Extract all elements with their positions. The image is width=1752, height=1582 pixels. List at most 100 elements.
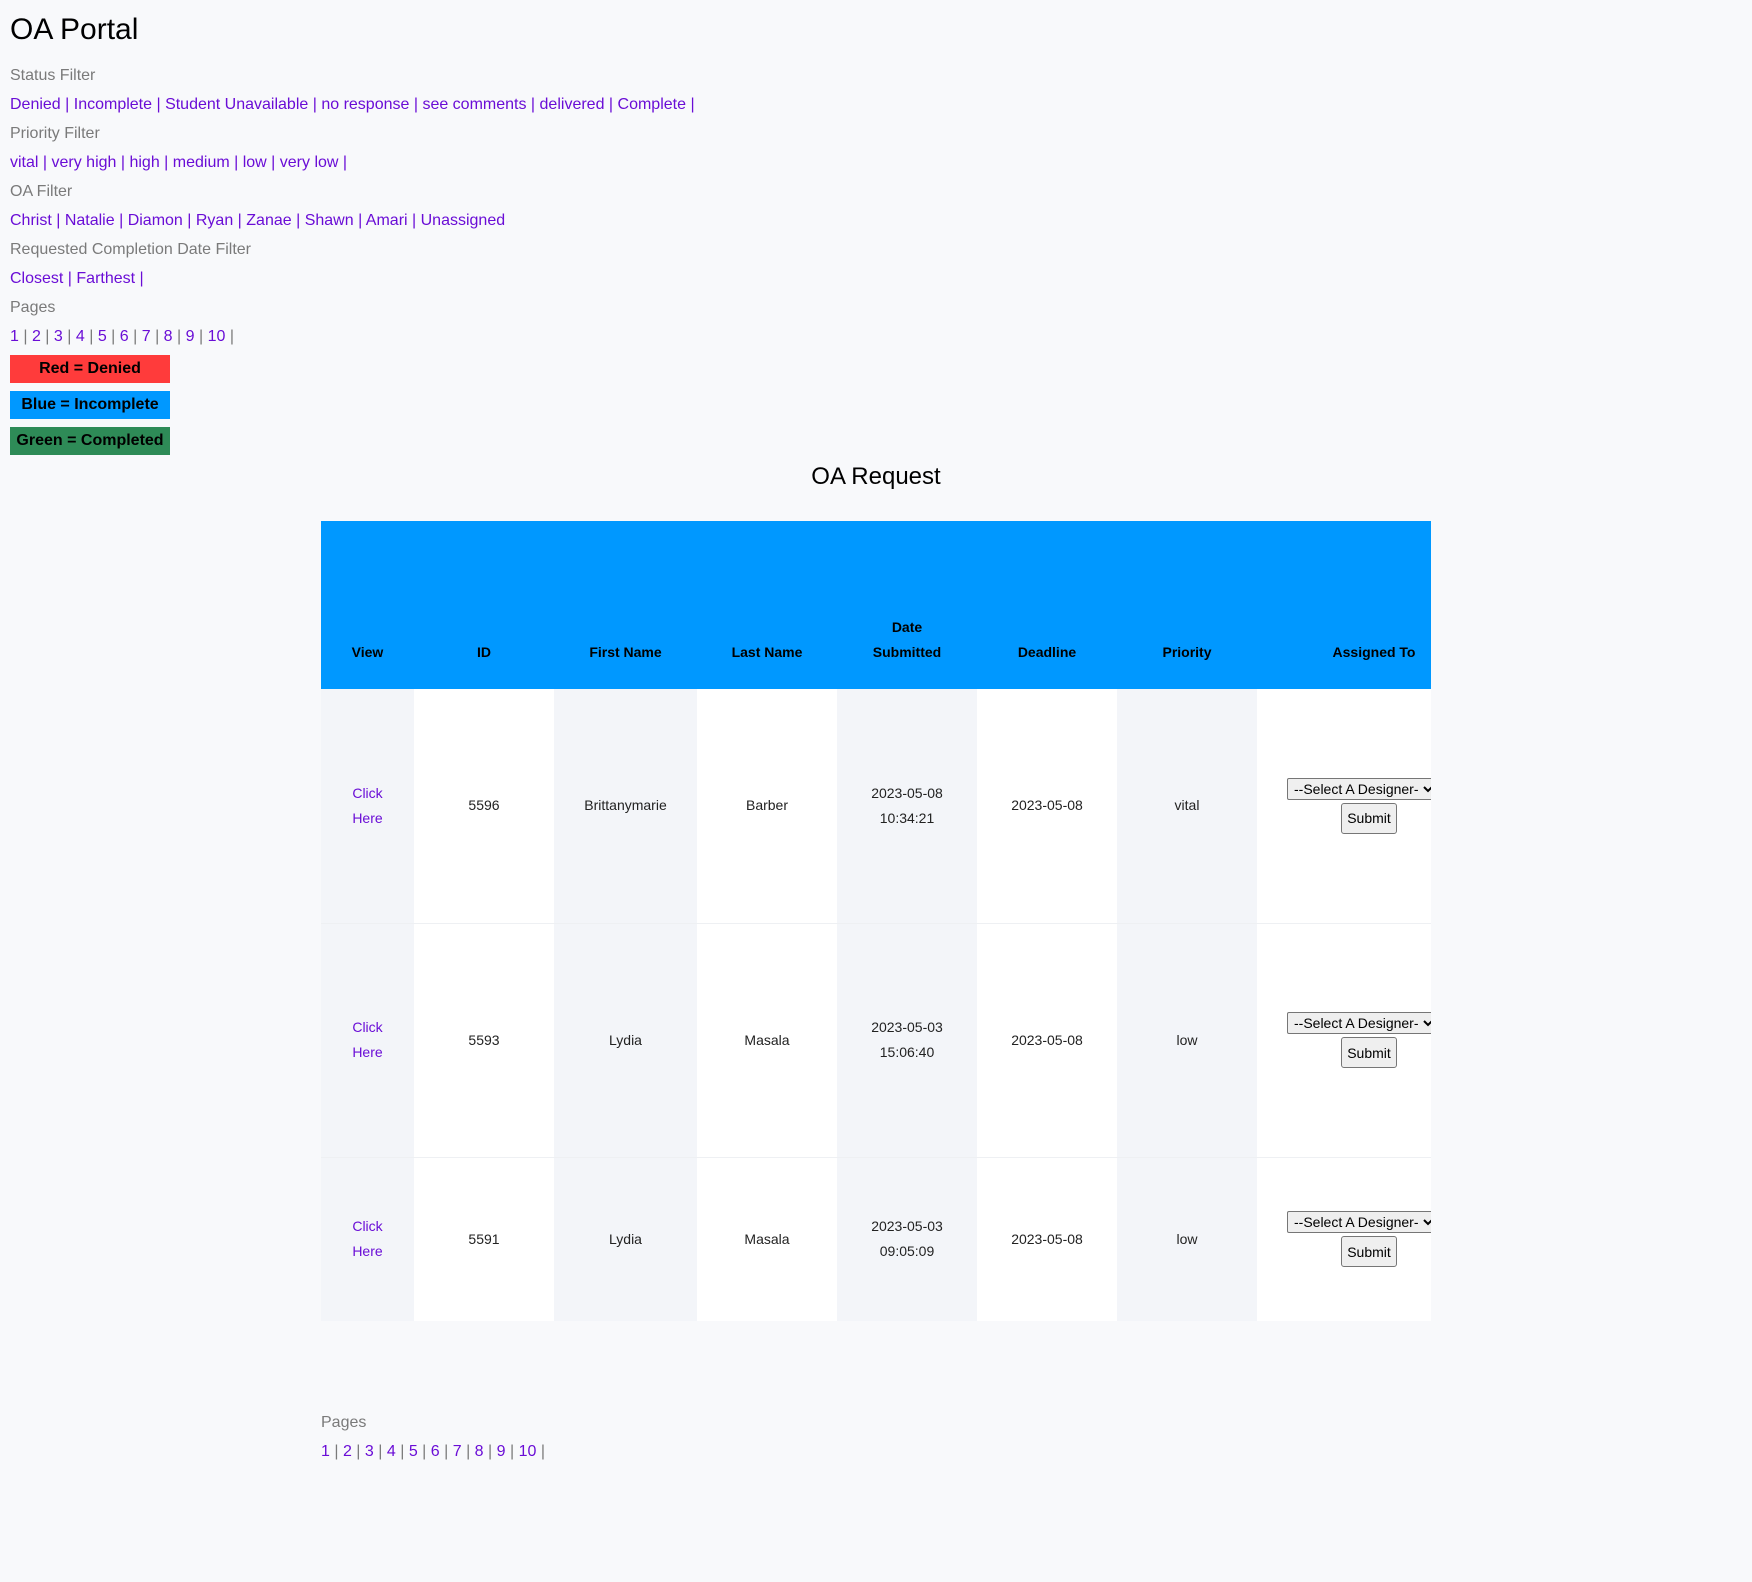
priority-filter-heading: Priority Filter: [10, 125, 100, 142]
priority-filter-very-low[interactable]: very low: [280, 154, 339, 171]
date-filter-closest[interactable]: Closest: [10, 270, 63, 287]
bottom-pages-heading: Pages: [321, 1414, 367, 1431]
priority-cell: low: [1117, 1156, 1257, 1321]
view-link-line2[interactable]: Here: [352, 1044, 382, 1060]
last-name-cell: Masala: [697, 1156, 837, 1321]
submit-button[interactable]: Submit: [1341, 1037, 1397, 1068]
table-title: OA Request: [811, 463, 941, 490]
assign-cell: --Select A Designer-- Submit: [1257, 689, 1431, 923]
assign-cell: --Select A Designer-- Submit: [1257, 1156, 1431, 1321]
page-link[interactable]: 9: [497, 1443, 506, 1460]
status-filter-heading: Status Filter: [10, 67, 96, 84]
oa-filter-natalie[interactable]: Natalie: [65, 212, 115, 229]
oa-filter-christ[interactable]: Christ: [10, 212, 52, 229]
header-first-name: First Name: [589, 644, 662, 660]
page-link[interactable]: 2: [343, 1443, 352, 1460]
submit-button[interactable]: Submit: [1341, 802, 1397, 834]
status-filter-denied[interactable]: Denied: [10, 96, 61, 113]
header-deadline: Deadline: [1017, 644, 1077, 660]
header-date-submitted-line1: Date: [891, 619, 923, 635]
page-link[interactable]: 5: [409, 1443, 418, 1460]
view-link-line1[interactable]: Click: [352, 1019, 382, 1035]
deadline-cell: 2023-05-08: [977, 1156, 1117, 1321]
id-cell: 5596: [414, 689, 554, 923]
assign-cell: --Select A Designer-- Submit: [1257, 922, 1431, 1157]
last-name-cell: Masala: [697, 922, 837, 1157]
priority-filter-low[interactable]: low: [243, 154, 267, 171]
page-link[interactable]: 5: [98, 328, 107, 345]
view-request-link[interactable]: Click Here: [352, 785, 382, 826]
id-cell: 5593: [414, 922, 554, 1157]
designer-select[interactable]: --Select A Designer--: [1287, 1211, 1431, 1234]
date-submitted-date: 2023-05-03: [871, 1218, 943, 1235]
filters-panel: Status Filter Denied | Incomplete | Stud…: [10, 61, 695, 351]
status-filter-delivered[interactable]: delivered: [540, 96, 605, 113]
view-request-link[interactable]: Click Here: [352, 1019, 382, 1060]
priority-filter-medium[interactable]: medium: [173, 154, 230, 171]
oa-filter-diamon[interactable]: Diamon: [128, 212, 183, 229]
first-name-cell: Lydia: [554, 1156, 697, 1321]
priority-filter-vital[interactable]: vital: [10, 154, 38, 171]
table-row: Click Here 5591 Lydia Masala 2023-05-03 09…: [321, 1156, 1431, 1321]
submit-button[interactable]: Submit: [1341, 1236, 1397, 1268]
page-link[interactable]: 7: [142, 328, 151, 345]
oa-filter-zanae[interactable]: Zanae: [246, 212, 291, 229]
view-link-line1[interactable]: Click: [352, 1218, 382, 1234]
status-filter-complete[interactable]: Complete: [618, 96, 686, 113]
legend-incomplete: Blue = Incomplete: [10, 391, 170, 419]
page-link[interactable]: 1: [10, 328, 19, 345]
first-name-cell: Lydia: [554, 922, 697, 1157]
oa-filter-ryan[interactable]: Ryan: [196, 212, 233, 229]
status-filter-student-unavailable[interactable]: Student Unavailable: [165, 96, 308, 113]
designer-select[interactable]: --Select A Designer--: [1287, 1012, 1431, 1034]
bottom-pagination-block: Pages 1 | 2 | 3 | 4 | 5 | 6 | 7 | 8 | 9 …: [321, 1408, 545, 1466]
page-link[interactable]: 1: [321, 1443, 330, 1460]
priority-filter-links: vital | very high | high | medium | low …: [10, 154, 348, 171]
header-date-submitted-line2: Submitted: [872, 644, 942, 660]
designer-select[interactable]: --Select A Designer--: [1287, 777, 1431, 800]
view-cell: Click Here: [321, 922, 414, 1157]
page-link[interactable]: 8: [475, 1443, 484, 1460]
view-cell: Click Here: [321, 689, 414, 923]
status-filter-no-response[interactable]: no response: [321, 96, 409, 113]
status-legend: Red = Denied Blue = Incomplete Green = C…: [10, 355, 170, 463]
page-link[interactable]: 2: [32, 328, 41, 345]
view-link-line1[interactable]: Click: [352, 785, 382, 801]
view-request-link[interactable]: Click Here: [352, 1218, 382, 1259]
view-link-line2[interactable]: Here: [352, 810, 382, 826]
table-row: Click Here 5596 Brittanymarie Barber 2023…: [321, 689, 1431, 923]
last-name-cell: Barber: [697, 689, 837, 923]
oa-filter-heading: OA Filter: [10, 183, 73, 200]
table-header-row: View ID First Name Last Name Date Submitt…: [321, 521, 1431, 689]
page-link[interactable]: 4: [387, 1443, 396, 1460]
date-filter-farthest[interactable]: Farthest: [76, 270, 135, 287]
date-submitted-cell: 2023-05-03 09:05:09: [837, 1156, 977, 1321]
page-link[interactable]: 4: [76, 328, 85, 345]
bottom-pagination: 1 | 2 | 3 | 4 | 5 | 6 | 7 | 8 | 9 | 10 |: [321, 1443, 545, 1460]
date-submitted-time: 09:05:09: [879, 1243, 935, 1260]
header-view: View: [351, 644, 384, 660]
page-link[interactable]: 3: [365, 1443, 374, 1460]
page-link[interactable]: 8: [164, 328, 173, 345]
date-submitted-time: 10:34:21: [879, 809, 935, 826]
oa-filter-shawn[interactable]: Shawn: [305, 212, 354, 229]
view-link-line2[interactable]: Here: [352, 1243, 382, 1259]
status-filter-incomplete[interactable]: Incomplete: [74, 96, 152, 113]
page-link[interactable]: 10: [208, 328, 226, 345]
page-link[interactable]: 10: [519, 1443, 537, 1460]
page-link[interactable]: 6: [431, 1443, 440, 1460]
status-filter-see-comments[interactable]: see comments: [422, 96, 526, 113]
date-filter-links: Closest | Farthest |: [10, 270, 144, 287]
priority-filter-high[interactable]: high: [129, 154, 159, 171]
page-link[interactable]: 6: [120, 328, 129, 345]
priority-filter-very-high[interactable]: very high: [52, 154, 117, 171]
pages-heading: Pages: [10, 299, 56, 316]
page-link[interactable]: 3: [54, 328, 63, 345]
date-submitted-date: 2023-05-03: [871, 1019, 943, 1035]
oa-filter-unassigned[interactable]: Unassigned: [421, 212, 506, 229]
page-link[interactable]: 7: [453, 1443, 462, 1460]
oa-filter-amari[interactable]: Amari: [366, 212, 408, 229]
date-submitted-time: 15:06:40: [879, 1044, 935, 1060]
page-link[interactable]: 9: [186, 328, 195, 345]
header-last-name: Last Name: [731, 644, 803, 660]
